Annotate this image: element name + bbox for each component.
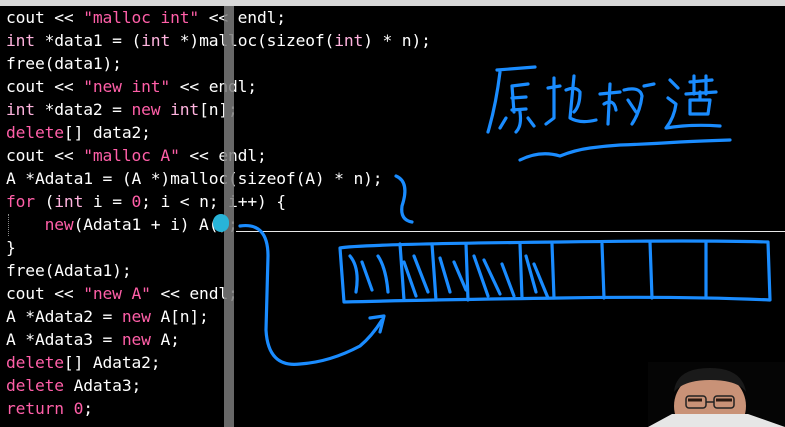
code-token: new [44, 215, 74, 234]
code-token: A *Adata1 = (A *)malloc(sizeof(A) * n); [6, 169, 383, 188]
code-token: ; [83, 399, 93, 418]
code-token: new [121, 307, 151, 326]
code-token: int [54, 192, 84, 211]
code-token: A *Adata2 = [6, 307, 122, 326]
code-token: 0 [131, 192, 142, 211]
code-token: ; i < n; i++) { [141, 192, 286, 211]
code-token: cout << [6, 8, 84, 27]
code-token: "malloc int" [83, 8, 200, 27]
code-token: "new A" [83, 284, 151, 303]
code-token: i = [83, 192, 132, 211]
code-token: "new int" [83, 77, 171, 96]
code-token: A *Adata3 = [6, 330, 122, 349]
code-token: *)malloc(sizeof( [170, 31, 335, 50]
code-token: delete [6, 376, 64, 395]
code-token: [] Adata2; [63, 353, 161, 372]
code-token: [] data2; [63, 123, 151, 142]
code-line[interactable]: int *data2 = new int[n]; [6, 98, 238, 121]
code-token: *data1 = ( [34, 31, 142, 50]
code-token: *data2 = [34, 100, 132, 119]
code-line[interactable]: return 0; [6, 397, 93, 420]
code-line[interactable]: delete[] Adata2; [6, 351, 161, 374]
code-line[interactable]: free(Adata1); [6, 259, 132, 282]
code-token: int [334, 31, 364, 50]
code-token: new [131, 100, 161, 119]
code-token: (Adata1 + i) A [73, 215, 209, 234]
code-line[interactable]: int *data1 = (int *)malloc(sizeof(int) *… [6, 29, 431, 52]
code-token: return [6, 399, 64, 418]
code-line[interactable]: delete Adata3; [6, 374, 141, 397]
code-token: A; [150, 330, 180, 349]
code-token: free(Adata1); [6, 261, 132, 280]
code-token: } [6, 238, 16, 257]
code-token: delete [6, 123, 64, 142]
code-line[interactable]: delete[] data2; [6, 121, 151, 144]
code-token: ( [34, 192, 55, 211]
code-token: ) * n); [363, 31, 431, 50]
code-token: int [170, 100, 200, 119]
code-token: delete [6, 353, 64, 372]
code-line[interactable]: A *Adata3 = new A; [6, 328, 180, 351]
code-token: cout << [6, 284, 84, 303]
code-line[interactable]: } [6, 236, 16, 259]
indent-guide [8, 214, 10, 236]
code-token: 0 [73, 399, 84, 418]
code-token: "malloc A" [83, 146, 180, 165]
code-token: << endl; [199, 8, 286, 27]
code-line[interactable]: free(data1); [6, 52, 122, 75]
code-line[interactable]: cout << "malloc int" << endl; [6, 6, 286, 29]
code-token: cout << [6, 146, 84, 165]
code-token: for [6, 192, 35, 211]
code-line[interactable]: A *Adata1 = (A *)malloc(sizeof(A) * n); [6, 167, 383, 190]
code-line[interactable]: A *Adata2 = new A[n]; [6, 305, 209, 328]
code-token: << endl; [170, 77, 257, 96]
webcam-overlay [648, 362, 785, 427]
code-token: int [6, 100, 35, 119]
code-token: int [141, 31, 171, 50]
code-line[interactable]: for (int i = 0; i < n; i++) { [6, 190, 286, 213]
text-cursor [213, 214, 229, 232]
code-token: A[n]; [150, 307, 209, 326]
code-line[interactable]: new(Adata1 + i) A(); [6, 213, 238, 236]
code-line[interactable]: cout << "new int" << endl; [6, 75, 257, 98]
code-line[interactable]: cout << "new A" << endl; [6, 282, 238, 305]
code-token: free(data1); [6, 54, 122, 73]
code-token: new [121, 330, 151, 349]
code-token: cout << [6, 77, 84, 96]
code-token: int [6, 31, 35, 50]
code-token: Adata3; [63, 376, 142, 395]
current-line-marker [236, 231, 785, 232]
